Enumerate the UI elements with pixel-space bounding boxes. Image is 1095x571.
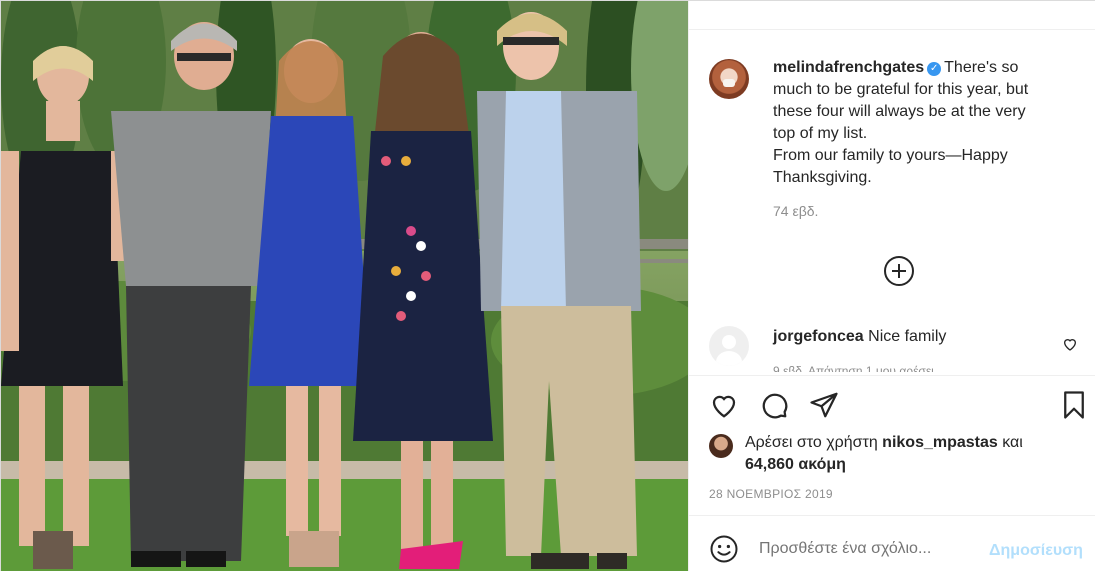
post-photo[interactable] xyxy=(1,1,688,571)
commenter-username[interactable]: jorgefoncea xyxy=(773,328,864,345)
comment-meta: 9 εβδ. Απάντηση 1 μου αρέσει xyxy=(773,364,934,372)
caption-line: much to be grateful for this year, but xyxy=(773,81,1029,98)
load-more-comments-plus-circle-icon[interactable] xyxy=(884,256,914,286)
liker-username[interactable]: nikos_mpastas xyxy=(882,434,998,451)
author-username[interactable]: melindafrenchgates xyxy=(773,59,924,76)
caption-timestamp[interactable]: 74 εβδ. xyxy=(773,203,1089,219)
comment-icon[interactable] xyxy=(759,390,789,420)
family-photo-illustration xyxy=(1,1,688,571)
post-caption: melindafrenchgates ✓ There's so much to be… xyxy=(709,57,1089,219)
instagram-post-view: melindafrenchgates ✓ There's so much to be… xyxy=(0,0,1095,571)
paper-plane-icon[interactable] xyxy=(809,390,839,420)
comment-body: Nice family xyxy=(868,328,947,345)
post-header xyxy=(689,1,1095,30)
smiley-icon[interactable] xyxy=(709,534,739,564)
bookmark-icon[interactable] xyxy=(1059,390,1089,420)
heart-icon[interactable] xyxy=(709,390,739,420)
post-date[interactable]: 28 ΝΟΕΜΒΡΙΟΣ 2019 xyxy=(709,487,833,501)
likes-prefix: Αρέσει στο χρήστη xyxy=(745,434,878,451)
comment-input[interactable] xyxy=(759,540,979,558)
publish-button[interactable]: Δημοσίευση xyxy=(989,542,1083,560)
comment-item: jorgefoncea Nice family 9 εβδ. Απάντηση … xyxy=(709,324,1089,372)
comment-text: jorgefoncea Nice family xyxy=(773,328,946,346)
likes-text: Αρέσει στο χρήστη nikos_mpastas και 64,8… xyxy=(745,432,1089,476)
author-avatar[interactable] xyxy=(709,59,749,99)
caption-line: There's so xyxy=(944,59,1019,76)
commenter-avatar[interactable] xyxy=(709,326,749,366)
verified-badge-icon: ✓ xyxy=(927,62,942,76)
caption-line: top of my list. xyxy=(773,125,868,142)
likes-summary: Αρέσει στο χρήστη nikos_mpastas και 64,8… xyxy=(709,432,1089,476)
caption-line: these four will always be at the very xyxy=(773,103,1026,120)
caption-line: Thanksgiving. xyxy=(773,169,872,186)
liker-avatar[interactable] xyxy=(709,434,733,458)
comment-heart-icon[interactable] xyxy=(1062,336,1078,352)
caption-line: From our family to yours—Happy xyxy=(773,147,1008,164)
post-actions: Αρέσει στο χρήστη nikos_mpastas και 64,8… xyxy=(689,375,1095,515)
post-side-panel: melindafrenchgates ✓ There's so much to be… xyxy=(688,1,1095,571)
likes-connector: και xyxy=(1002,434,1023,451)
add-comment-bar: Δημοσίευση xyxy=(689,515,1095,571)
likes-count[interactable]: 64,860 ακόμη xyxy=(745,456,846,473)
caption-text: melindafrenchgates ✓ There's so much to be… xyxy=(773,57,1089,189)
